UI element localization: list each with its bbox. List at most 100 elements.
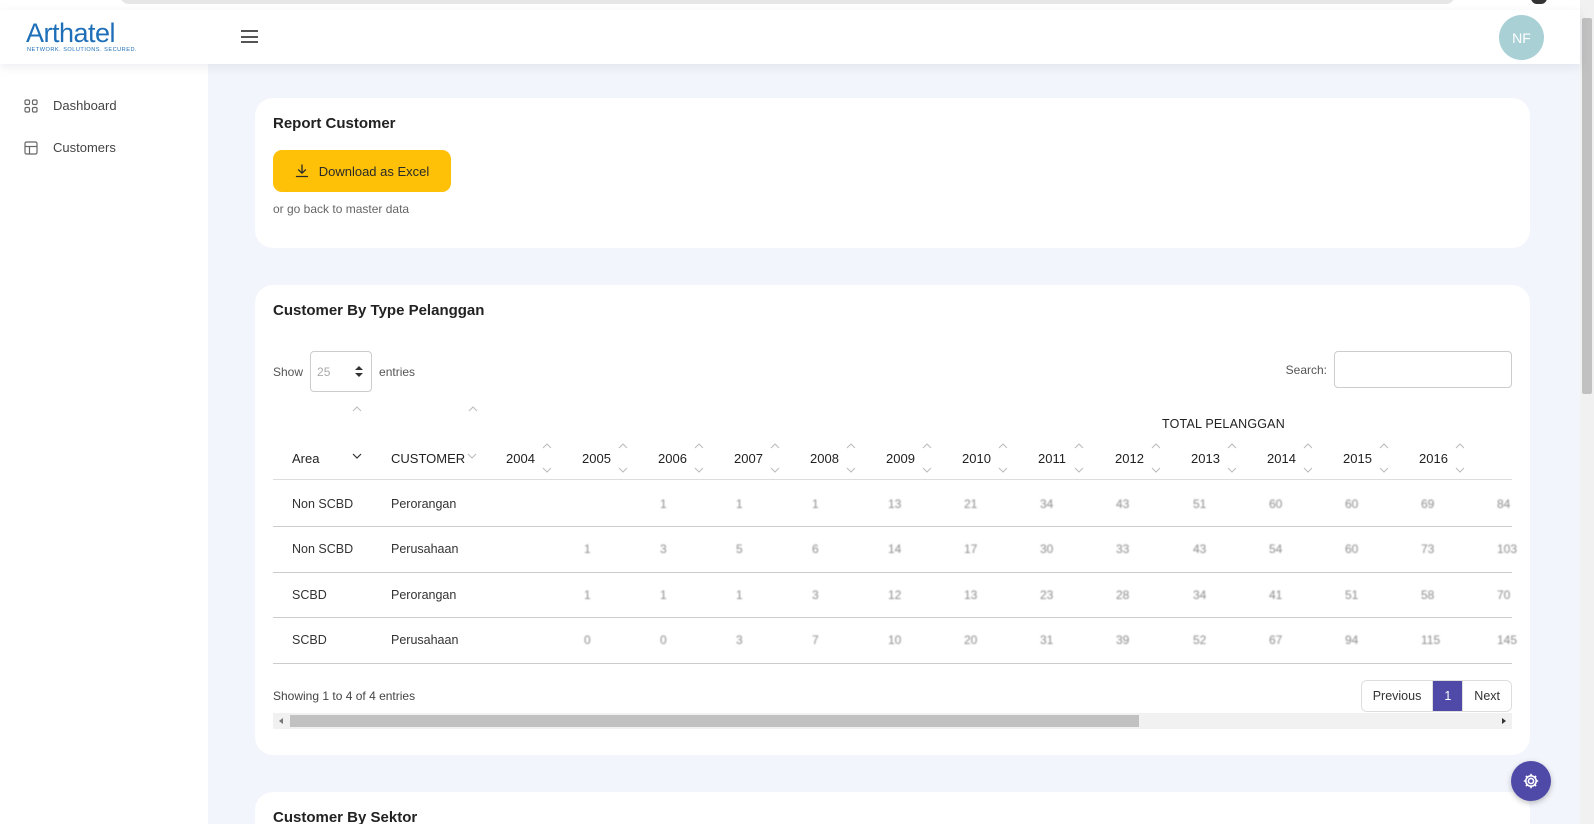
page-length-control: Show 25 entries [273, 351, 415, 392]
horizontal-scrollbar[interactable] [273, 713, 1512, 729]
cell-count: 73 [1421, 542, 1435, 556]
cell-count: 1 [812, 496, 819, 511]
search-input[interactable] [1334, 351, 1512, 388]
sort-up-icon[interactable] [352, 405, 362, 413]
column-header-year[interactable]: 2007 [734, 437, 780, 480]
cell-count: 43 [1193, 542, 1207, 556]
cell-count: 20 [964, 633, 978, 647]
cell-count: 1 [660, 587, 667, 602]
previous-page-button[interactable]: Previous [1361, 681, 1433, 711]
cell-count: 31 [1040, 633, 1054, 647]
page-scrollbar[interactable] [1580, 0, 1594, 824]
sidebar-item-label: Customers [53, 140, 116, 155]
column-header-year[interactable]: 2013 [1191, 437, 1237, 480]
cell-count: 13 [888, 496, 902, 511]
column-header-year[interactable]: 2009 [886, 437, 932, 480]
browser-menu-icon[interactable] [1531, 0, 1547, 4]
table-row: Non SCBD Perusahaan 1 3 5 6 14 17 30 33 43 54 60 73 10… [273, 527, 1517, 573]
column-header-year[interactable]: 2015 [1343, 437, 1389, 480]
scroll-left-icon[interactable] [276, 716, 286, 726]
cell-count: 145 [1497, 633, 1518, 647]
column-header-year[interactable]: 2012 [1115, 437, 1161, 480]
grid-four-icon [24, 98, 38, 113]
download-excel-label: Download as Excel [318, 163, 430, 179]
column-header-year[interactable]: 2008 [810, 437, 856, 480]
cell-count: 17 [964, 542, 978, 556]
cell-count: 3 [736, 633, 743, 647]
group-header-total-pelanggan: TOTAL PELANGGAN [1162, 417, 1285, 431]
address-bar[interactable] [120, 0, 1455, 4]
next-page-button[interactable]: Next [1463, 681, 1511, 711]
brand-name: Arthatel [26, 18, 116, 48]
page-scrollbar-thumb[interactable] [1582, 18, 1592, 394]
customer-by-type-card: Customer By Type Pelanggan Show 25 entri… [255, 285, 1530, 755]
sidebar-item-dashboard[interactable]: Dashboard [24, 98, 117, 113]
menu-toggle-icon[interactable] [241, 30, 258, 44]
cell-count: 0 [660, 633, 667, 647]
sort-toggle-icon [1074, 443, 1084, 473]
sort-toggle-icon [542, 443, 552, 473]
cell-count: 67 [1269, 633, 1283, 647]
table-row: Non SCBD Perorangan 1 1 1 13 21 34 43 51 60 60 69 84 [273, 481, 1512, 527]
scrollbar-thumb[interactable] [290, 715, 1139, 727]
entries-label: entries [379, 364, 416, 379]
sidebar-item-customers[interactable]: Customers [24, 140, 116, 155]
scroll-right-icon[interactable] [1499, 716, 1509, 726]
sort-toggle-icon [770, 443, 780, 473]
user-avatar[interactable]: NF [1499, 15, 1544, 60]
cell-count: 3 [660, 542, 667, 556]
cell-area: SCBD [292, 633, 327, 647]
download-excel-button[interactable]: Download as Excel [273, 150, 451, 192]
cell-count: 60 [1345, 542, 1359, 556]
brand-logo[interactable]: Arthatel NETWORK. SOLUTIONS. SECURED. [26, 19, 137, 53]
column-header-area[interactable]: Area [292, 437, 362, 480]
cell-count: 3 [812, 587, 819, 602]
report-customer-card: Report Customer Download as Excel or go … [255, 98, 1530, 248]
search-label: Search: [1285, 362, 1327, 377]
cell-count: 60 [1345, 496, 1359, 511]
cell-count: 84 [1497, 496, 1511, 511]
cell-count: 1 [584, 542, 591, 556]
cell-area: Non SCBD [292, 542, 354, 556]
settings-fab-button[interactable] [1511, 761, 1551, 801]
column-header-year[interactable]: 2014 [1267, 437, 1313, 480]
back-to-master-link[interactable]: or go back to master data [273, 202, 409, 216]
cell-customer: Perusahaan [391, 633, 459, 647]
column-header-year[interactable]: 2006 [658, 437, 704, 480]
cell-count: 0 [584, 633, 591, 647]
cell-count: 30 [1040, 542, 1054, 556]
cell-count: 60 [1269, 496, 1283, 511]
table-row: SCBD Perusahaan 0 0 3 7 10 20 31 39 52 67 94 115 145 [273, 618, 1517, 664]
sort-desc-icon [352, 453, 362, 459]
sort-toggle-icon [1455, 443, 1465, 473]
column-header-customer[interactable]: CUSTOMER [391, 437, 477, 480]
table-row: SCBD Perorangan 1 1 1 3 12 13 23 28 34 41 51 58 70 [273, 572, 1512, 618]
column-header-year[interactable]: 2010 [962, 437, 1008, 480]
cell-count: 69 [1421, 496, 1435, 511]
cell-count: 7 [812, 633, 819, 647]
cell-count: 34 [1193, 587, 1207, 602]
sort-down-icon [467, 453, 477, 459]
download-icon [295, 164, 308, 178]
column-header-year[interactable]: 2005 [582, 437, 628, 480]
sort-toggle-icon [998, 443, 1008, 473]
cell-count: 13 [964, 587, 978, 602]
column-header-year[interactable]: 2004 [506, 437, 552, 480]
cell-count: 51 [1345, 587, 1359, 602]
table-header-row: Area CUSTOMER 2004 2005 2006 2007 2008 2009 20… [273, 437, 1512, 480]
cell-customer: Perusahaan [391, 542, 459, 556]
column-header-year[interactable]: 2011 [1038, 437, 1084, 480]
column-header-year[interactable]: 2016 [1419, 437, 1465, 480]
page-length-select[interactable]: 25 [310, 351, 373, 392]
show-label: Show [273, 364, 304, 379]
card-title: Report Customer [273, 115, 396, 132]
brand-tagline: NETWORK. SOLUTIONS. SECURED. [27, 47, 138, 53]
table-info: Showing 1 to 4 of 4 entries [273, 689, 416, 703]
cell-count: 1 [584, 587, 591, 602]
sort-up-icon[interactable] [468, 405, 478, 413]
cell-count: 1 [736, 496, 743, 511]
cell-count: 1 [660, 496, 667, 511]
page-1-button[interactable]: 1 [1432, 681, 1464, 711]
page-length-value: 25 [317, 364, 331, 379]
cell-count: 52 [1193, 633, 1207, 647]
